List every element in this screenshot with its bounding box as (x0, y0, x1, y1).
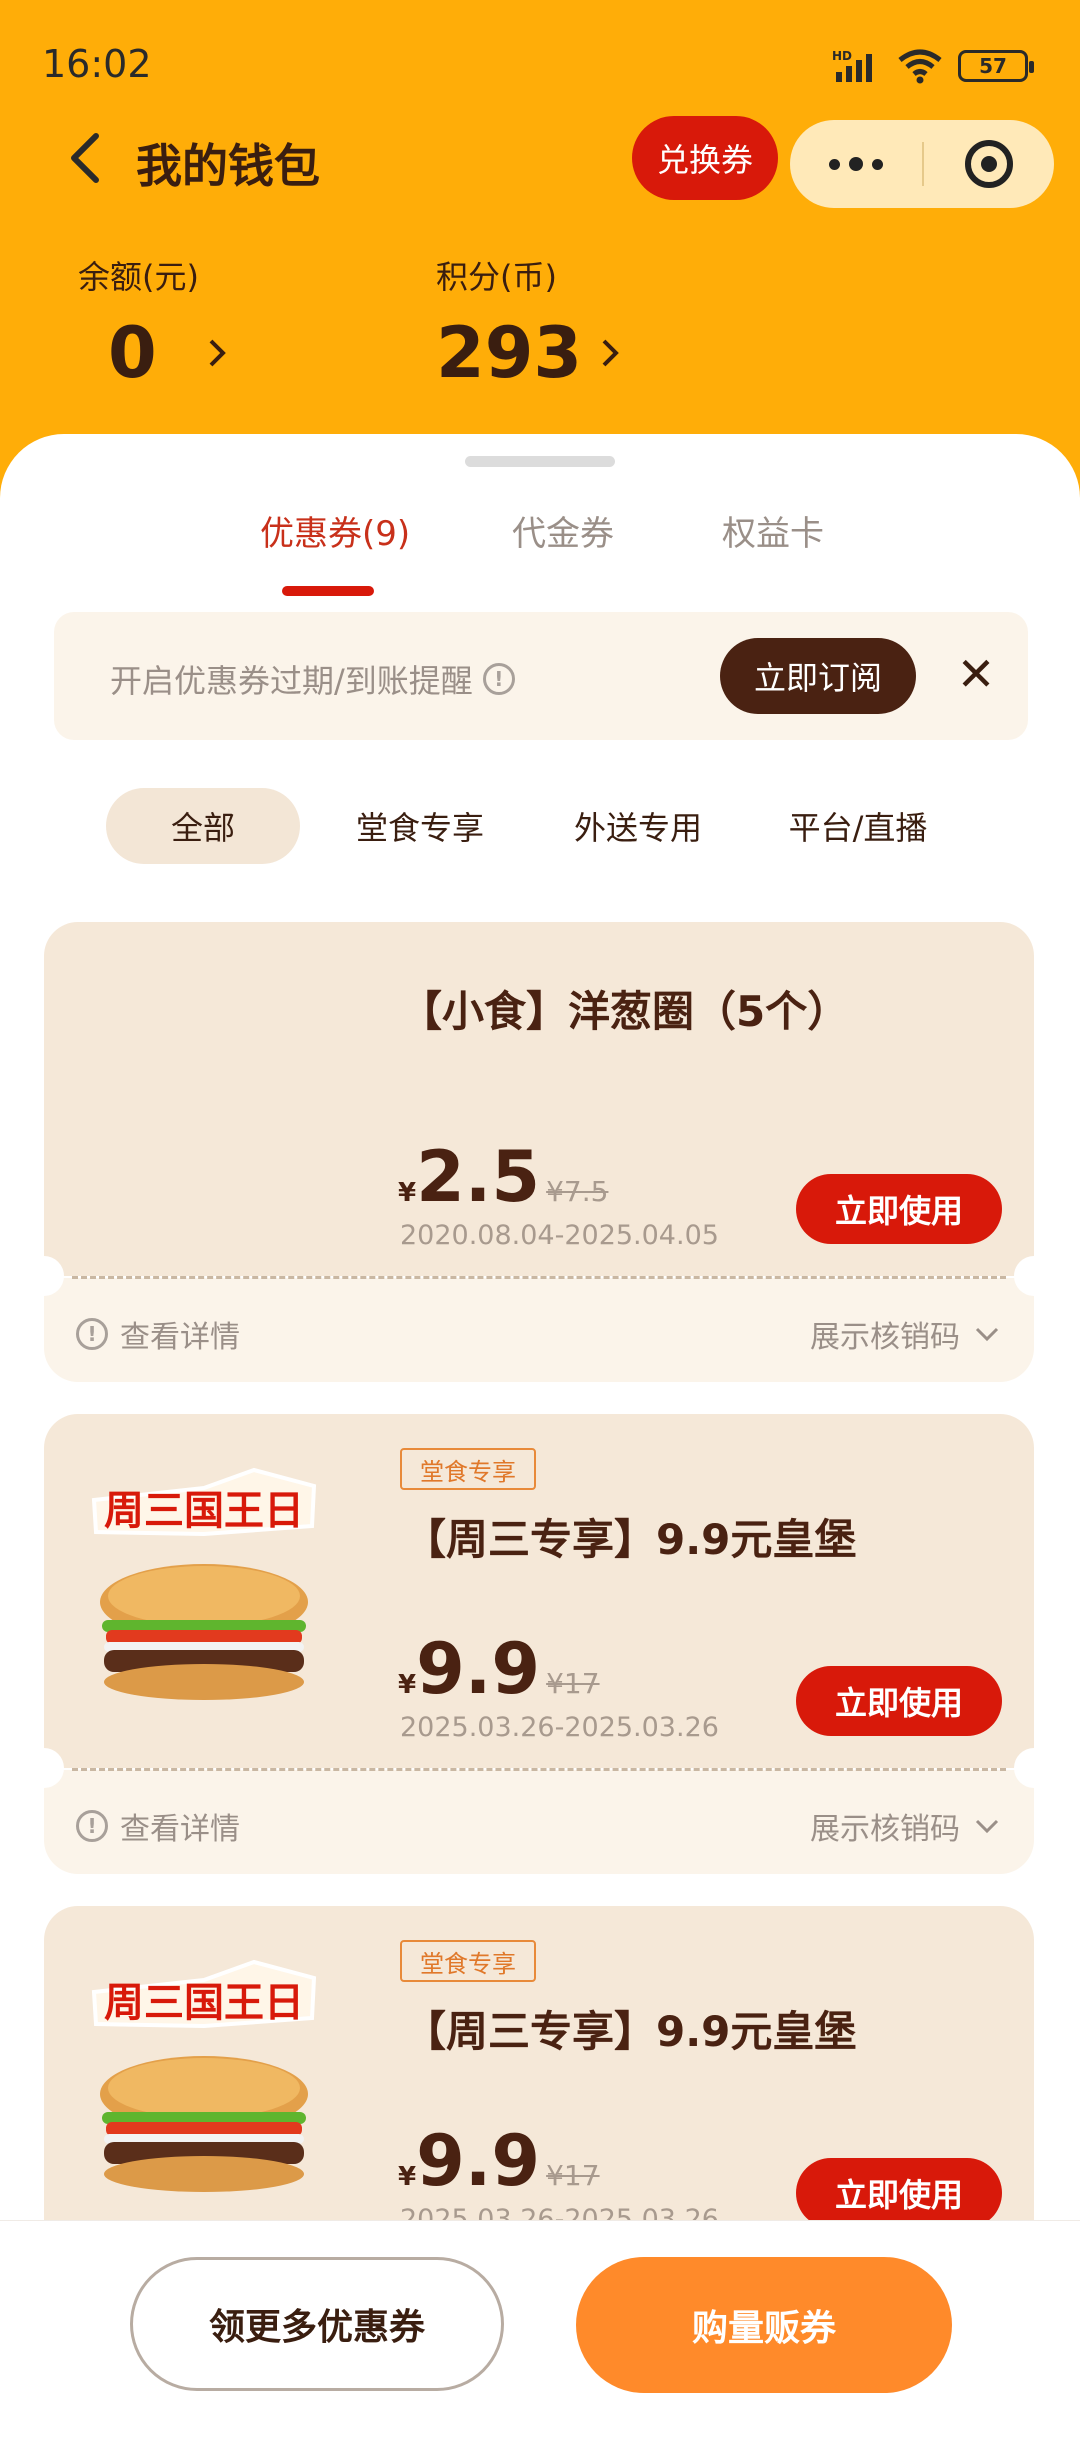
status-time: 16:02 (42, 42, 152, 86)
subscribe-button[interactable]: 立即订阅 (720, 638, 916, 714)
coupon-filters: 全部 堂食专享 外送专用 平台/直播 (0, 788, 1080, 864)
dine-in-tag: 堂食专享 (400, 1448, 536, 1490)
subscribe-reminder-text: 开启优惠券过期/到账提醒 ! (110, 656, 515, 702)
coupon-card: 周三国王日 堂食专享 【周三专享】9.9元皇堡 ¥ 9.9 ¥17 2025.0… (24, 1414, 1054, 1874)
info-icon[interactable]: ! (482, 663, 515, 695)
get-more-coupons-button[interactable]: 领更多优惠券 (130, 2257, 504, 2391)
coupon-divider (72, 1276, 1006, 1279)
whopper-promo-image: 周三国王日 (91, 1959, 317, 2192)
buy-bulk-coupons-button[interactable]: 购量贩券 (576, 2257, 952, 2393)
tab-vouchers[interactable]: 代金券 (512, 506, 614, 555)
info-icon: ! (76, 1810, 108, 1842)
points-stat[interactable]: 积分(币) 293 (436, 252, 620, 394)
network-type: HD (832, 49, 852, 63)
active-tab-indicator (282, 586, 374, 596)
coupon-sheet: 优惠券(9) 代金券 权益卡 开启优惠券过期/到账提醒 ! 立即订阅 ✕ 全部 … (0, 434, 1080, 2460)
coupon-title: 【周三专享】9.9元皇堡 (404, 1515, 857, 1564)
coupon-validity: 2025.03.26-2025.03.26 (400, 1712, 719, 1743)
balance-stat[interactable]: 余额(元) 0 (78, 252, 227, 394)
coupon-title: 【周三专享】9.9元皇堡 (404, 2007, 857, 2056)
filter-all[interactable]: 全部 (106, 788, 300, 864)
currency-symbol: ¥ (398, 2162, 417, 2192)
status-icons: HD 57 (832, 48, 1034, 84)
whopper-promo-image: 周三国王日 (91, 1467, 317, 1700)
tab-benefit-cards[interactable]: 权益卡 (722, 506, 824, 555)
signal-icon: HD (832, 49, 872, 82)
view-details-label: 查看详情 (120, 1320, 240, 1355)
use-now-button[interactable]: 立即使用 (796, 1666, 1002, 1736)
show-code-link[interactable]: 展示核销码 (810, 1804, 1000, 1848)
points-value: 293 (436, 312, 583, 394)
exchange-coupon-button[interactable]: 兑换券 (632, 116, 778, 200)
back-button[interactable] (62, 128, 112, 188)
filter-delivery[interactable]: 外送专用 (548, 788, 728, 864)
original-price: ¥7.5 (546, 1175, 609, 1208)
chevron-right-icon (602, 339, 619, 367)
filter-dine-in[interactable]: 堂食专享 (330, 788, 510, 864)
target-icon[interactable] (924, 120, 1054, 208)
balance-value: 0 (108, 312, 157, 394)
use-now-button[interactable]: 立即使用 (796, 2158, 1002, 2228)
coupon-card: 【小食】洋葱圈（5个） ¥ 2.5 ¥7.5 2020.08.04-2025.0… (24, 922, 1054, 1382)
currency-symbol: ¥ (398, 1670, 417, 1700)
balance-label: 余额(元) (78, 258, 199, 296)
wallet-header: 16:02 HD 57 我的钱包 兑换券 余额(元) 0 积分(币) 293 (0, 0, 1080, 500)
bottom-action-bar: 领更多优惠券 购量贩券 (0, 2220, 1080, 2460)
sheet-handle[interactable] (465, 456, 615, 467)
promo-text: 周三国王日 (104, 1980, 304, 2026)
price-value: 2.5 (416, 1136, 541, 1218)
subscribe-reminder-bar: 开启优惠券过期/到账提醒 ! 立即订阅 ✕ (54, 612, 1028, 740)
coupon-divider (72, 1768, 1006, 1771)
filter-platform-live[interactable]: 平台/直播 (768, 788, 948, 864)
coupon-price: ¥ 9.9 ¥17 (398, 1634, 600, 1704)
view-details-link[interactable]: ! 查看详情 (76, 1312, 240, 1356)
show-code-label: 展示核销码 (810, 1812, 960, 1847)
subscribe-text: 开启优惠券过期/到账提醒 (110, 662, 473, 700)
wallet-tabs: 优惠券(9) 代金券 权益卡 (0, 506, 1080, 586)
view-details-link[interactable]: ! 查看详情 (76, 1804, 240, 1848)
battery-icon: 57 (958, 50, 1034, 82)
show-code-label: 展示核销码 (810, 1320, 960, 1355)
chevron-right-icon (209, 339, 226, 367)
chevron-down-icon (975, 1819, 999, 1834)
use-now-button[interactable]: 立即使用 (796, 1174, 1002, 1244)
dine-in-tag: 堂食专享 (400, 1940, 536, 1982)
page-title: 我的钱包 (136, 139, 320, 193)
more-dots-icon[interactable] (790, 120, 922, 208)
coupon-validity: 2020.08.04-2025.04.05 (400, 1220, 719, 1251)
mini-program-capsule (790, 120, 1054, 208)
tab-coupons[interactable]: 优惠券(9) (260, 506, 410, 555)
close-icon[interactable]: ✕ (946, 644, 1006, 704)
coupon-title: 【小食】洋葱圈（5个） (400, 987, 850, 1036)
promo-text: 周三国王日 (104, 1488, 304, 1534)
currency-symbol: ¥ (398, 1178, 417, 1208)
chevron-left-icon (71, 133, 99, 183)
coupon-price: ¥ 9.9 ¥17 (398, 2126, 600, 2196)
view-details-label: 查看详情 (120, 1812, 240, 1847)
chevron-down-icon (975, 1327, 999, 1342)
show-code-link[interactable]: 展示核销码 (810, 1312, 1000, 1356)
price-value: 9.9 (416, 1628, 541, 1710)
info-icon: ! (76, 1318, 108, 1350)
wifi-icon (898, 49, 942, 84)
price-value: 9.9 (416, 2120, 541, 2202)
original-price: ¥17 (546, 1667, 600, 1700)
original-price: ¥17 (546, 2159, 600, 2192)
coupon-price: ¥ 2.5 ¥7.5 (398, 1142, 608, 1212)
points-label: 积分(币) (436, 258, 557, 296)
